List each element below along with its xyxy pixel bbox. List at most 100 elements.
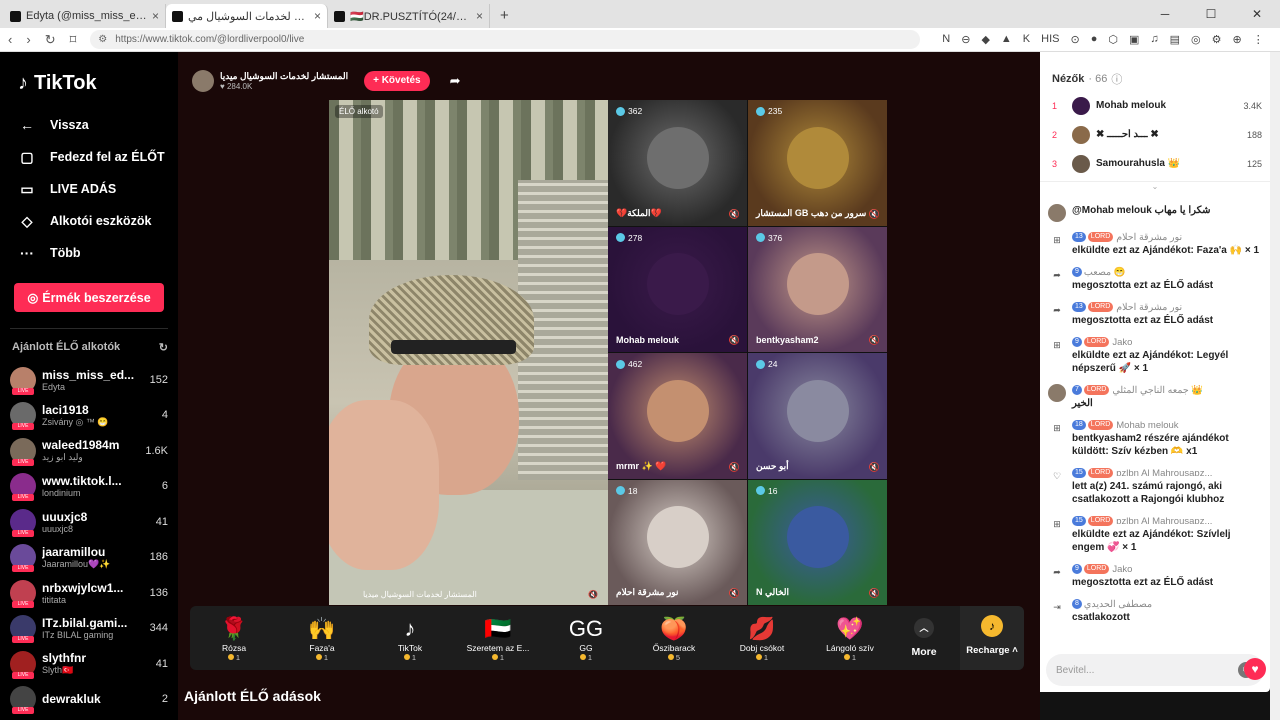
extension-icon[interactable]: ▤: [1170, 33, 1180, 46]
gift-item[interactable]: GG GG 1: [542, 615, 630, 662]
extension-icon[interactable]: ⬡: [1108, 33, 1118, 46]
more-gifts-button[interactable]: ︿ More: [894, 618, 954, 658]
browser-tab-3[interactable]: 🇭🇺DR.PUSZTÍTÓ(24/7)🇭🇺🌷💚🇭🇺 ×: [328, 4, 490, 28]
sidebar-item-live-ad-s[interactable]: ▭ LIVE ADÁS: [10, 173, 168, 205]
video-player[interactable]: ÉLŐ alkotó المستشار لخدمات السوشيال ميدي…: [329, 100, 887, 605]
close-tab-icon[interactable]: ×: [152, 9, 159, 23]
guest-tile[interactable]: 235 المستشار GB سرور من دهب 🔇: [748, 100, 887, 226]
gift-item[interactable]: 💖 Lángoló szív 1: [806, 615, 894, 662]
creator-row[interactable]: LIVE dewrakluk 2: [10, 682, 168, 718]
message-username[interactable]: Jako: [1112, 337, 1132, 348]
gift-item[interactable]: 🍑 Őszibarack 5: [630, 615, 718, 662]
creator-row[interactable]: LIVE slythfnr Slyth🇹🇷 41: [10, 646, 168, 682]
guest-tile[interactable]: 376 bentkyasham2 🔇: [748, 226, 887, 352]
extension-icon[interactable]: ◎: [1191, 33, 1201, 46]
like-heart-icon[interactable]: ♥: [1244, 658, 1266, 680]
close-tab-icon[interactable]: ×: [314, 9, 321, 23]
extension-icon[interactable]: ◆: [981, 33, 989, 46]
guest-tile[interactable]: 24 أبو حسن 🔇: [748, 353, 887, 479]
guest-tile[interactable]: 462 mrmr ✨ ❤️ 🔇: [608, 353, 747, 479]
message-username[interactable]: ɒzlbn Al Mahrousaɒz...: [1116, 516, 1212, 527]
gift-item[interactable]: ♪ TikTok 1: [366, 615, 454, 662]
lord-badge: LORD: [1083, 385, 1110, 396]
minimize-icon[interactable]: ─: [1142, 7, 1188, 21]
close-tab-icon[interactable]: ×: [476, 9, 483, 23]
extension-icon[interactable]: HIS: [1041, 33, 1059, 46]
top-viewer-row[interactable]: 1 Mohab melouk 3.4K: [1040, 91, 1270, 120]
top-viewer-row[interactable]: 2 ✖ ـــد أحـــــ ✖ 188: [1040, 120, 1270, 149]
extension-icon[interactable]: N: [942, 33, 950, 46]
coin-icon: [315, 653, 322, 660]
recharge-button[interactable]: ♪ Recharge ˄: [960, 606, 1024, 670]
sidebar-item-alkot-i-eszk-z-k[interactable]: ◇ Alkotói eszközök: [10, 205, 168, 237]
message-username[interactable]: Mohab melouk: [1116, 420, 1178, 431]
guest-tile[interactable]: 16 N الخالي 🔇: [748, 479, 887, 605]
share-icon[interactable]: ➦: [450, 73, 461, 89]
extension-icon[interactable]: K: [1023, 33, 1030, 46]
creator-row[interactable]: LIVE www.tiktok.l... londinium 6: [10, 469, 168, 505]
extension-icon[interactable]: ⊖: [961, 33, 970, 46]
creator-row[interactable]: LIVE uuuxjc8 uuuxjc8 41: [10, 504, 168, 540]
follow-button[interactable]: + Követés: [364, 71, 430, 91]
extension-icon[interactable]: ▣: [1129, 33, 1139, 46]
gift-icon: ⊞: [1053, 423, 1061, 433]
message-username[interactable]: ɒzlbn Al Mahrousaɒz...: [1116, 468, 1212, 479]
level-badge: 9: [1072, 337, 1082, 348]
back-icon[interactable]: ‹: [8, 32, 12, 47]
peach-icon: 🍑: [660, 615, 688, 641]
site-info-icon[interactable]: ⚙: [98, 34, 107, 45]
host-name[interactable]: المستشار لخدمات السوشيال ميديا: [220, 71, 348, 82]
message-username[interactable]: نور مشرقة احلام: [1116, 302, 1182, 313]
tiktok-logo[interactable]: ♪ TikTok: [18, 72, 168, 95]
chat-input[interactable]: Bevitel... ☺: [1046, 654, 1264, 686]
creator-row[interactable]: LIVE ITz.bilal.gami... ITz BILAL gaming 344: [10, 611, 168, 647]
creator-row[interactable]: LIVE waleed1984m وليد ابو زيد 1.6K: [10, 433, 168, 469]
top-viewer-row[interactable]: 3 Samourahusla 👑 125: [1040, 149, 1270, 178]
sidebar-item-vissza[interactable]: ← Vissza: [10, 109, 168, 141]
extension-icon[interactable]: ▲: [1001, 33, 1012, 46]
recharge-label: Recharge: [966, 645, 1010, 656]
message-username[interactable]: مصعب 😁: [1084, 267, 1126, 278]
new-tab-button[interactable]: +: [490, 4, 519, 28]
gift-item[interactable]: 💋 Dobj csókot 1: [718, 615, 806, 662]
creator-row[interactable]: LIVE nrbxwjylcw1... tititata 136: [10, 575, 168, 611]
host-avatar[interactable]: [192, 70, 214, 92]
extension-icon[interactable]: ⊕: [1233, 33, 1242, 46]
creator-row[interactable]: LIVE jaaramillou Jaaramillou💜✨ 186: [10, 540, 168, 576]
creator-row[interactable]: LIVE miss_miss_ed... Edyta 152: [10, 362, 168, 398]
message-username[interactable]: مصطفى الحديدي: [1084, 599, 1152, 610]
page-scrollbar[interactable]: [1270, 52, 1280, 720]
forward-icon[interactable]: ›: [26, 32, 30, 47]
guest-name: المستشار GB سرور من دهب: [756, 207, 867, 218]
message-header: 9 مصعب 😁: [1072, 266, 1262, 279]
get-coins-button[interactable]: ◎ Érmék beszerzése: [14, 283, 164, 312]
info-icon[interactable]: ⓘ: [1111, 71, 1122, 87]
sidebar-item-fedezd-fel-az-l-t[interactable]: ▢ Fedezd fel az ÉLŐT: [10, 141, 168, 173]
maximize-icon[interactable]: ☐: [1188, 7, 1234, 21]
close-window-icon[interactable]: ✕: [1234, 7, 1280, 21]
guest-tile[interactable]: 362 💔الملكة💔 🔇: [608, 100, 747, 226]
message-username[interactable]: نور مشرقة احلام: [1116, 232, 1182, 243]
gift-item[interactable]: 🌹 Rózsa 1: [190, 615, 278, 662]
extension-icon[interactable]: ⚙: [1212, 33, 1222, 46]
browser-tab-2[interactable]: المستشار لخدمات السوشيال مي ×: [166, 4, 328, 28]
expand-chevron-icon[interactable]: ⌄: [1040, 181, 1270, 191]
message-username[interactable]: جمعه الناجي المثلي 👑: [1112, 385, 1203, 396]
reload-icon[interactable]: ↻: [45, 32, 56, 48]
extension-icon[interactable]: ●: [1091, 33, 1098, 46]
creator-row[interactable]: LIVE laci1918 Zsivány ◎ ™ 😁 4: [10, 398, 168, 434]
browser-tab-1[interactable]: Edyta (@miss_miss_edyta) ÉLŐ adá ×: [4, 4, 166, 28]
extension-icon[interactable]: ⋮: [1253, 33, 1264, 46]
bookmark-icon[interactable]: ⌑: [70, 32, 77, 48]
refresh-icon[interactable]: ↻: [159, 341, 168, 354]
sidebar-item-t-bb[interactable]: ··· Több: [10, 237, 168, 269]
gift-item[interactable]: 🇦🇪 Szeretem az E... 1: [454, 615, 542, 662]
gift-item[interactable]: 🙌 Faza'a 1: [278, 615, 366, 662]
guest-tile[interactable]: 18 نور مشرقة احلام 🔇: [608, 479, 747, 605]
extension-icon[interactable]: ⊙: [1070, 33, 1079, 46]
guest-tile[interactable]: 278 Mohab melouk 🔇: [608, 226, 747, 352]
extension-icon[interactable]: ♫: [1150, 33, 1158, 46]
hat-band: [391, 340, 516, 354]
address-bar[interactable]: ⚙ https://www.tiktok.com/@lordliverpool0…: [90, 30, 921, 49]
message-username[interactable]: Jako: [1112, 564, 1132, 575]
